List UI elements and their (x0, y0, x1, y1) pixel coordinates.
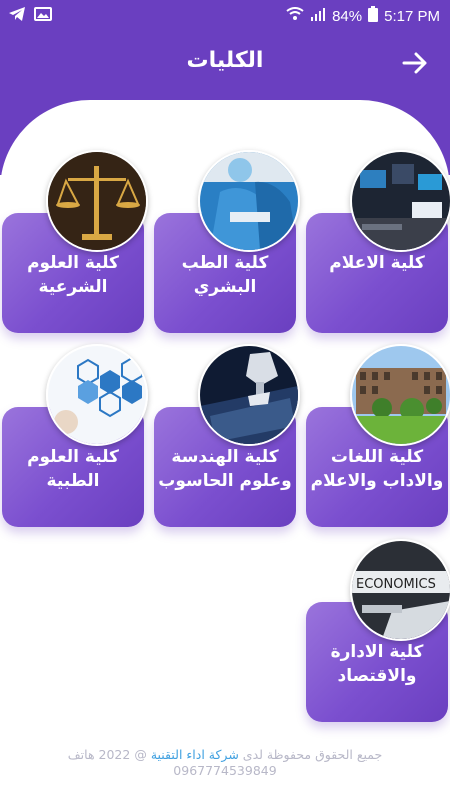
copyright-footer: جميع الحقوق محفوظة لدى شركة اداء التقنية… (0, 747, 450, 779)
status-bar: 84% 5:17 PM (0, 0, 450, 30)
robot-laptop-image (198, 344, 300, 446)
college-label: كلية اللغات والاداب والاعلام (310, 447, 444, 491)
title-bar: الكليات (0, 40, 450, 90)
wifi-icon (286, 7, 304, 25)
college-label: كلية الهندسة وعلوم الحاسوب (158, 447, 292, 491)
college-label: كلية العلوم الطبية (27, 447, 119, 491)
college-label: كلية الاعلام (329, 253, 425, 273)
college-label: كلية العلوم الشرعية (27, 253, 119, 297)
clock-time: 5:17 PM (384, 7, 440, 25)
copyright-suffix: @ 2022 هاتف (67, 747, 147, 762)
college-label: كلية الطب البشري (181, 253, 269, 297)
phone-number: 0967774539849 (173, 763, 277, 778)
image-icon (34, 6, 52, 26)
economics-thumb-text: ECONOMICS (356, 577, 436, 592)
arrow-right-icon[interactable] (402, 52, 428, 78)
campus-building-image (350, 344, 450, 446)
economics-image: ECONOMICS (350, 539, 450, 641)
copyright-prefix: جميع الحقوق محفوظة لدى (242, 747, 383, 762)
telegram-icon (8, 6, 26, 26)
justice-scale-image (46, 150, 148, 252)
page-title: الكليات (186, 48, 264, 73)
college-label: كلية الادارة والاقتصاد (330, 642, 424, 686)
signal-icon (310, 7, 326, 25)
surgery-image (198, 150, 300, 252)
medical-icons-image (46, 344, 148, 446)
company-link[interactable]: شركة اداء التقنية (151, 747, 239, 762)
battery-icon (368, 6, 379, 26)
copyright-line: جميع الحقوق محفوظة لدى شركة اداء التقنية… (0, 747, 450, 763)
media-studio-image (350, 150, 450, 252)
battery-level: 84% (332, 7, 363, 25)
